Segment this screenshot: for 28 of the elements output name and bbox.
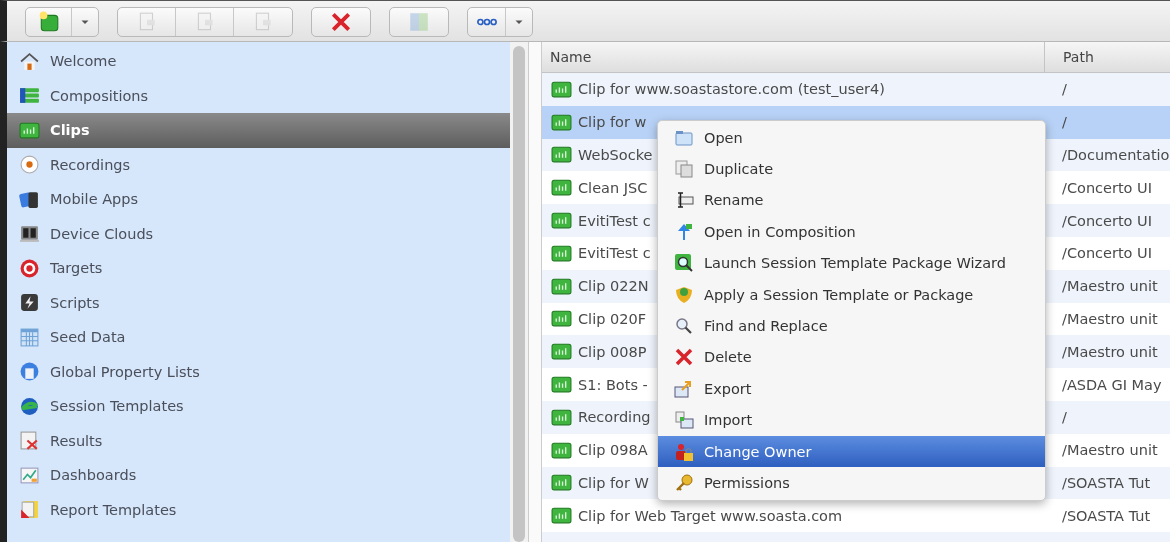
table-cell: /ASDA GI May: [1062, 376, 1162, 393]
table-cell: Clip for w: [578, 114, 647, 131]
table-cell: /SOASTA Tut: [1062, 507, 1151, 524]
table-cell: /Concerto UI: [1062, 179, 1152, 196]
table-cell: WebSocke: [578, 147, 653, 163]
table-cell: Clip 022N: [578, 278, 649, 295]
table-cell: /Concerto UI: [1062, 212, 1152, 229]
table-cell: Clip 020F: [578, 310, 646, 327]
table-cell: Clip for W: [578, 474, 649, 491]
table-cell: EvitiTest c: [578, 212, 651, 229]
table-cell: /: [1062, 409, 1067, 426]
table-cell: /Maestro unit: [1062, 278, 1158, 295]
table-cell: /Documentatio: [1062, 147, 1170, 163]
table-cell: Recording: [578, 409, 651, 426]
table-cell: /Concerto UI: [1062, 245, 1152, 262]
table-cell: /: [1062, 81, 1067, 98]
table-cell: /SOASTA Tut: [1062, 474, 1151, 491]
table-cell: Clip for Web Target www.soasta.com: [578, 507, 843, 524]
table-cell: S1: Bots -: [578, 376, 648, 393]
table-cell: EvitiTest c: [578, 245, 651, 262]
table-cell: Clip 008P: [578, 343, 647, 360]
table-cell: Clean JSC: [578, 179, 648, 196]
table-cell: Clip 098A: [578, 442, 648, 459]
table-cell: /Maestro unit: [1062, 343, 1158, 360]
table-cell: /: [1062, 114, 1067, 131]
table-cell: /Maestro unit: [1062, 442, 1158, 459]
table-cell: Clip for www.soastastore.com (test_user4): [578, 81, 885, 98]
table-cell: /Maestro unit: [1062, 310, 1158, 327]
